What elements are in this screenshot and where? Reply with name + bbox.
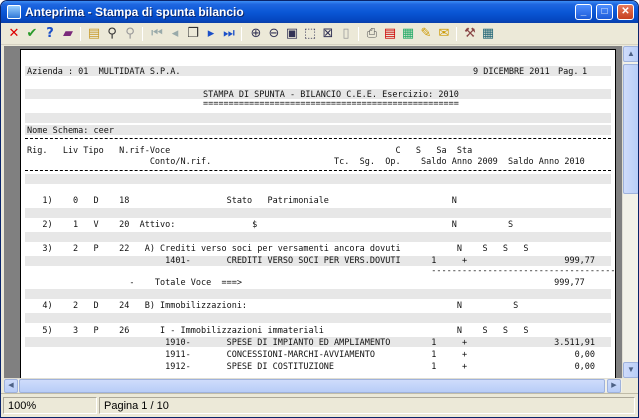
prev-page-icon[interactable]: ◂ [167,26,183,42]
table-row: 5) 3 P 26 I - Immobilizzazioni immateria… [27,326,529,336]
pdf-icon[interactable]: ▤ [382,26,398,42]
schema-name: Nome Schema: ceer [27,126,114,136]
tools-icon[interactable]: ⚒ [462,26,478,42]
row-band [25,289,611,299]
book-icon[interactable]: ▰ [60,26,76,42]
row-band [25,208,611,218]
zoom-in-icon[interactable]: ⊕ [248,26,264,42]
fit-width-icon[interactable]: ⬚ [302,26,318,42]
actual-size-icon[interactable]: ⊠ [320,26,336,42]
report-page: Azienda : 01 MULTIDATA S.P.A. 9 DICEMBRE… [20,49,616,378]
toolbar-separator [241,27,242,41]
preview-window: Anteprima - Stampa di spunta bilancio _ … [0,0,639,418]
title-bar: Anteprima - Stampa di spunta bilancio _ … [1,1,638,23]
vertical-scrollbar[interactable]: ▲ ▼ [622,46,638,378]
calculator-icon[interactable]: ▦ [480,26,496,42]
close-window-button[interactable]: ✕ [617,4,634,20]
export-icon[interactable]: ▦ [400,26,416,42]
email-icon[interactable]: ✉ [436,26,452,42]
next-page-icon[interactable]: ▸ [203,26,219,42]
vertical-scroll-thumb[interactable] [623,64,638,194]
row-band [25,313,611,323]
page-icon[interactable]: ▯ [338,26,354,42]
toolbar: ✕ ✔ ? ▰ ▤ ⚲ ⚲ ⏮ ◂ ❐ ▸ ⏭ ⊕ ⊖ ▣ ⬚ ⊠ ▯ ⎙ ▤ … [1,23,638,45]
scroll-right-icon[interactable]: ▶ [607,379,621,393]
table-row: 1) 0 D 18 Stato Patrimoniale N [27,196,457,206]
table-row: 2) 1 V 20 Attivo: $ N S [27,220,514,230]
column-header-2: Conto/N.rif. Tc. Sg. Op. Saldo Anno 2009… [27,157,585,167]
close-icon[interactable]: ✕ [6,26,22,42]
toolbar-separator [80,27,81,41]
table-row: 1401- CREDITI VERSO SOCI PER VERS.DOVUTI… [165,256,596,266]
minimize-button[interactable]: _ [575,4,592,20]
fit-page-icon[interactable]: ▣ [284,26,300,42]
page-label: Pag. [558,67,579,77]
horizontal-scroll-thumb[interactable] [19,379,605,393]
status-bar: 100% Pagina 1 / 10 [1,393,638,417]
row-band [25,232,611,242]
find-icon[interactable]: ⚲ [104,26,120,42]
row-band [25,174,611,184]
header-rule-bottom [25,170,611,171]
table-row: 1911- CONCESSIONI-MARCHI-AVVIAMENTO 1 + … [165,350,596,360]
toolbar-separator [456,27,457,41]
scroll-up-icon[interactable]: ▲ [623,46,638,62]
report-title-underline: ========================================… [203,99,459,109]
table-row: 4) 2 D 24 B) Immobilizzazioni: N S [27,301,519,311]
column-header-1: Rig. Liv Tipo N.rif-Voce C S Sa Sta [27,146,473,156]
maximize-button[interactable]: □ [596,4,613,20]
check-icon[interactable]: ✔ [24,26,40,42]
page-number: 1 [582,67,588,77]
header-rule-top [25,138,611,139]
horizontal-scrollbar[interactable]: ◀ ▶ [4,378,622,393]
first-page-icon[interactable]: ⏮ [149,26,165,42]
scroll-down-icon[interactable]: ▼ [623,362,638,378]
company-header: Azienda : 01 MULTIDATA S.P.A. [27,67,181,77]
zoom-out-icon[interactable]: ⊖ [266,26,282,42]
toolbar-separator [358,27,359,41]
table-row: 1912- SPESE DI COSTITUZIONE 1 + 0,00 0,0… [165,362,596,372]
multi-page-icon[interactable]: ❐ [185,26,201,42]
folder-icon[interactable]: ▤ [86,26,102,42]
toolbar-separator [142,27,143,41]
row-band [25,113,611,123]
last-page-icon[interactable]: ⏭ [221,26,237,42]
table-row: - Totale Voce ===> 999,77 0,00 [27,278,616,288]
print-icon[interactable]: ⎙ [364,26,380,42]
scroll-left-icon[interactable]: ◀ [4,379,18,393]
help-icon[interactable]: ? [42,26,58,42]
table-row: 1910- SPESE DI IMPIANTO ED AMPLIAMENTO 1… [165,338,596,348]
edit-icon[interactable]: ✎ [418,26,434,42]
find-next-icon[interactable]: ⚲ [122,26,138,42]
zoom-level: 100% [3,397,97,414]
table-row: ---------------------------------------- [27,266,616,276]
preview-area[interactable]: Azienda : 01 MULTIDATA S.P.A. 9 DICEMBRE… [4,46,622,378]
report-date: 9 DICEMBRE 2011 [473,67,550,77]
app-icon [7,5,21,19]
window-title: Anteprima - Stampa di spunta bilancio [25,5,244,19]
page-indicator: Pagina 1 / 10 [99,397,635,414]
table-row: 3) 2 P 22 A) Crediti verso soci per vers… [27,244,529,254]
